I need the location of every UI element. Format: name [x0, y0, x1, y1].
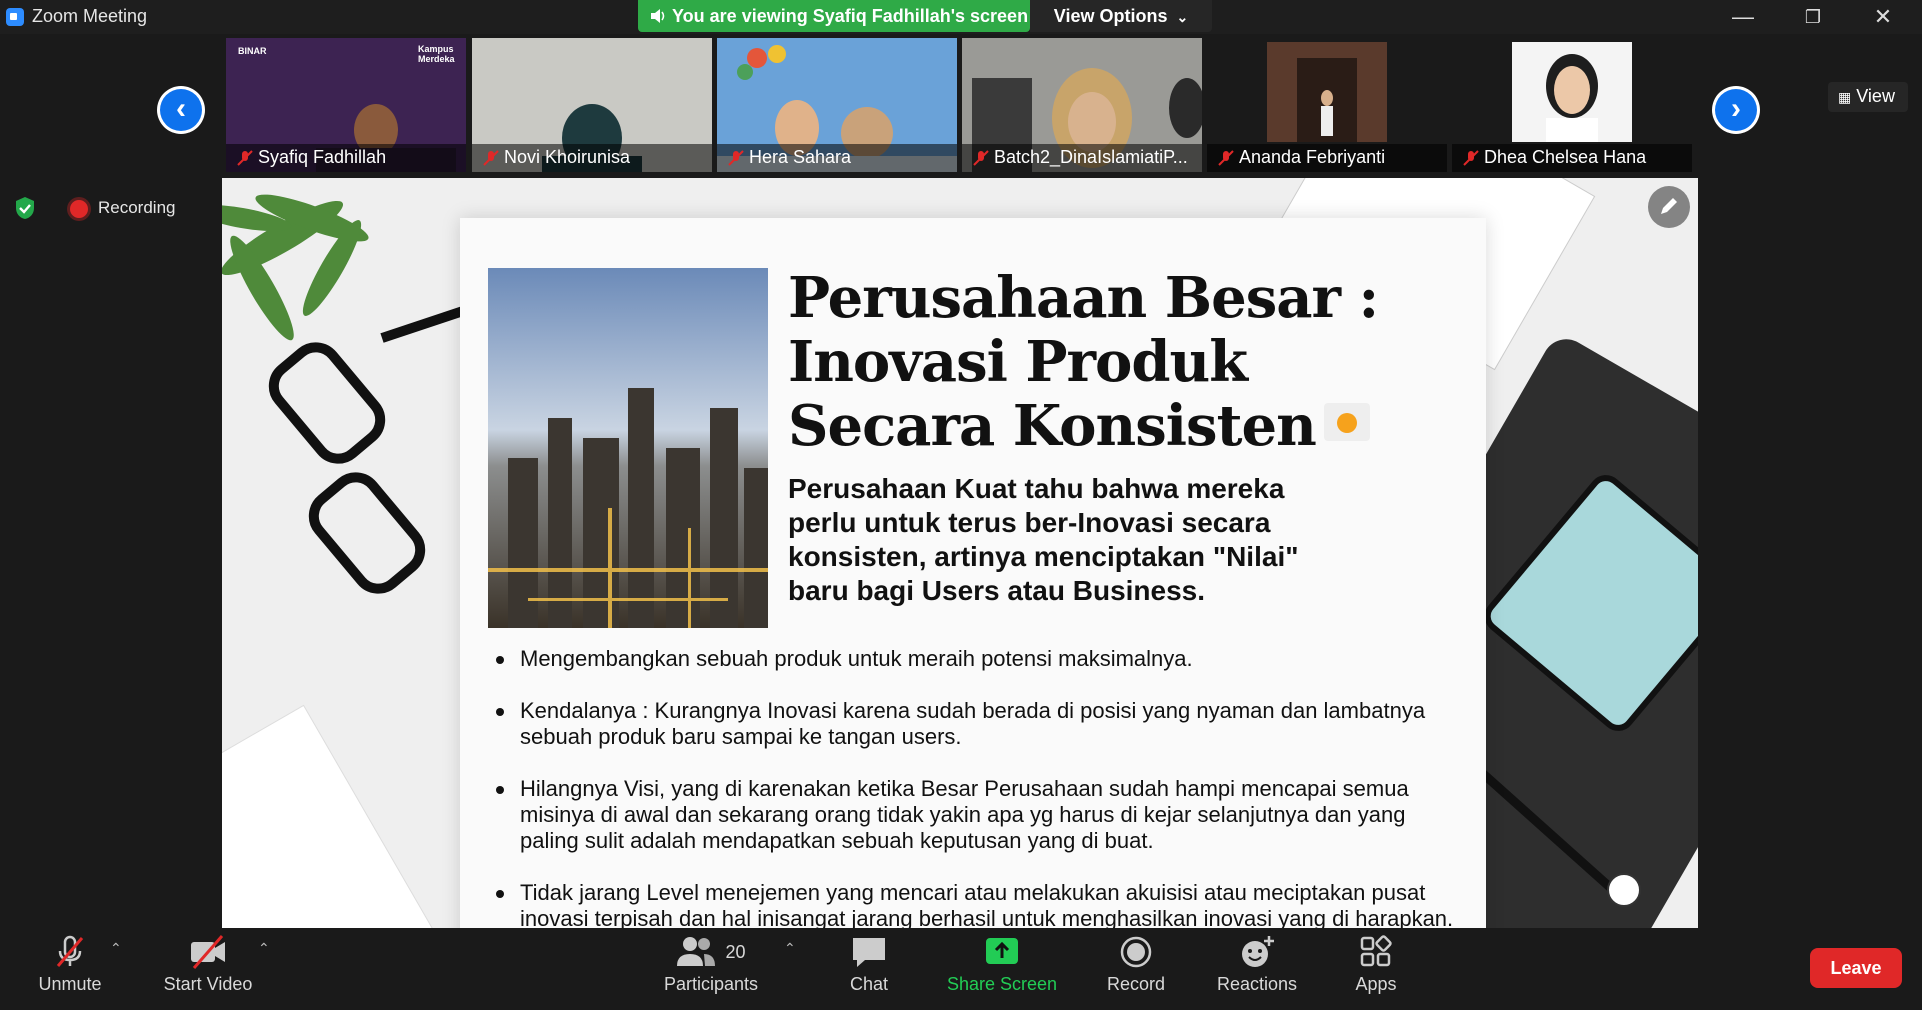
shield-check-icon [16, 197, 34, 219]
list-item: Hilangnya Visi, yang di karenakan ketika… [490, 776, 1470, 854]
pen-icon [1661, 198, 1677, 214]
participants-options-caret[interactable]: ⌃ [784, 940, 796, 957]
gallery-next-button[interactable]: › [1712, 86, 1760, 134]
record-label: Record [1106, 974, 1166, 994]
viewing-screen-banner: You are viewing Syafiq Fadhillah's scree… [638, 0, 1030, 32]
start-video-button[interactable]: Start Video [156, 934, 260, 995]
apps-label: Apps [1355, 974, 1397, 994]
record-button[interactable]: Record [1106, 934, 1166, 995]
list-item: Mengembangkan sebuah produk untuk meraih… [490, 646, 1470, 672]
participant-name: Hera Sahara [749, 147, 852, 167]
participant-name: Novi Khoirunisa [504, 147, 631, 167]
smiley-plus-icon [1242, 936, 1274, 967]
chevron-right-icon: › [1715, 89, 1757, 131]
slide-subtitle: Perusahaan Kuat tahu bahwa mereka perlu … [788, 473, 1299, 606]
video-options-caret[interactable]: ⌃ [258, 940, 270, 957]
leave-button[interactable]: Leave [1810, 948, 1902, 988]
participant-name: Dhea Chelsea Hana [1484, 147, 1647, 167]
chevron-down-icon: ⌄ [1176, 9, 1189, 25]
speaker-icon [650, 8, 666, 24]
video-off-icon [191, 935, 225, 969]
recording-dot-icon [70, 200, 88, 218]
participants-count: 20 [725, 941, 746, 962]
slide-bullet-list: Mengembangkan sebuah produk untuk meraih… [490, 646, 1470, 928]
audio-options-caret[interactable]: ⌃ [110, 940, 122, 957]
gallery-prev-button[interactable]: ‹ [157, 86, 205, 134]
participant-name: Batch2_DinaIslamiatiP... [994, 147, 1188, 167]
participant-name: Ananda Febriyanti [1239, 147, 1386, 167]
list-item: Tidak jarang Level menejemen yang mencar… [490, 880, 1470, 928]
apps-button[interactable]: Apps [1352, 934, 1400, 995]
muted-mic-icon [973, 150, 989, 166]
unmute-label: Unmute [38, 974, 102, 994]
grid-icon: ▦ [1838, 89, 1852, 105]
reactions-label: Reactions [1216, 974, 1298, 994]
meeting-toolbar: Unmute ⌃ Start Video ⌃ 20 Participants ⌃… [0, 928, 1922, 1010]
apps-icon [1360, 935, 1392, 967]
start-video-label: Start Video [163, 974, 253, 994]
recording-label: Recording [98, 198, 176, 217]
unmute-button[interactable]: Unmute [30, 934, 110, 995]
chat-button[interactable]: Chat [844, 934, 894, 995]
participants-label: Participants [663, 974, 759, 994]
muted-mic-icon [728, 150, 744, 166]
video-tile[interactable]: BINAR Kampus Merdeka Syafiq Fadhillah [226, 38, 466, 172]
zoom-logo-icon [6, 8, 24, 26]
viewing-screen-text: You are viewing Syafiq Fadhillah's scree… [672, 6, 1029, 26]
chat-icon [853, 938, 885, 967]
view-options-label: View Options [1053, 6, 1168, 26]
muted-mic-icon [237, 150, 253, 166]
slide-title: Perusahaan Besar : Inovasi Produk Secara… [788, 266, 1468, 458]
chevron-left-icon: ‹ [160, 89, 202, 131]
share-screen-icon [986, 938, 1018, 964]
participants-button[interactable]: 20 Participants [658, 934, 764, 995]
slide-badge-icon [1323, 403, 1370, 441]
shared-screen: Perusahaan Besar : Inovasi Produk Secara… [222, 178, 1698, 928]
video-tile[interactable]: Ananda Febriyanti [1207, 38, 1447, 172]
gallery-strip: ‹ BINAR Kampus Merdeka Syafiq Fadhillah … [0, 34, 1922, 176]
muted-mic-icon [1463, 150, 1479, 166]
binar-logo: BINAR [238, 46, 267, 56]
people-icon [677, 937, 716, 966]
list-item: Kendalanya : Kurangnya Inovasi karena su… [490, 698, 1470, 750]
participants-icon-row: 20 [658, 934, 764, 974]
reactions-button[interactable]: Reactions [1214, 934, 1300, 995]
video-tile[interactable]: Batch2_DinaIslamiatiP... [962, 38, 1202, 172]
slide-title-text: Perusahaan Besar : Inovasi Produk Secara… [788, 265, 1379, 459]
muted-mic-icon [483, 150, 499, 166]
video-tile[interactable]: Novi Khoirunisa [472, 38, 712, 172]
kampus-merdeka-badge: Kampus Merdeka [418, 44, 455, 64]
minimize-button[interactable]: — [1714, 0, 1772, 34]
view-label: View [1856, 86, 1895, 106]
city-skyline-image [488, 268, 768, 628]
view-button[interactable]: ▦ View [1828, 82, 1908, 112]
muted-mic-icon [56, 935, 84, 967]
video-tile[interactable]: Hera Sahara [717, 38, 957, 172]
participant-name: Syafiq Fadhillah [258, 147, 387, 167]
record-icon [1120, 936, 1152, 968]
title-bar: Zoom Meeting You are viewing Syafiq Fadh… [0, 0, 1922, 34]
window-title: Zoom Meeting [32, 6, 148, 26]
video-tile[interactable]: Dhea Chelsea Hana [1452, 38, 1692, 172]
muted-mic-icon [1218, 150, 1234, 166]
share-screen-button[interactable]: Share Screen [946, 934, 1058, 995]
slide-annotate-button[interactable] [1648, 186, 1690, 228]
share-screen-label: Share Screen [946, 974, 1058, 994]
chat-label: Chat [849, 974, 889, 994]
close-button[interactable]: ✕ [1854, 0, 1912, 34]
restore-button[interactable]: ❐ [1784, 0, 1842, 34]
view-options-button[interactable]: View Options ⌄ [1030, 0, 1212, 32]
